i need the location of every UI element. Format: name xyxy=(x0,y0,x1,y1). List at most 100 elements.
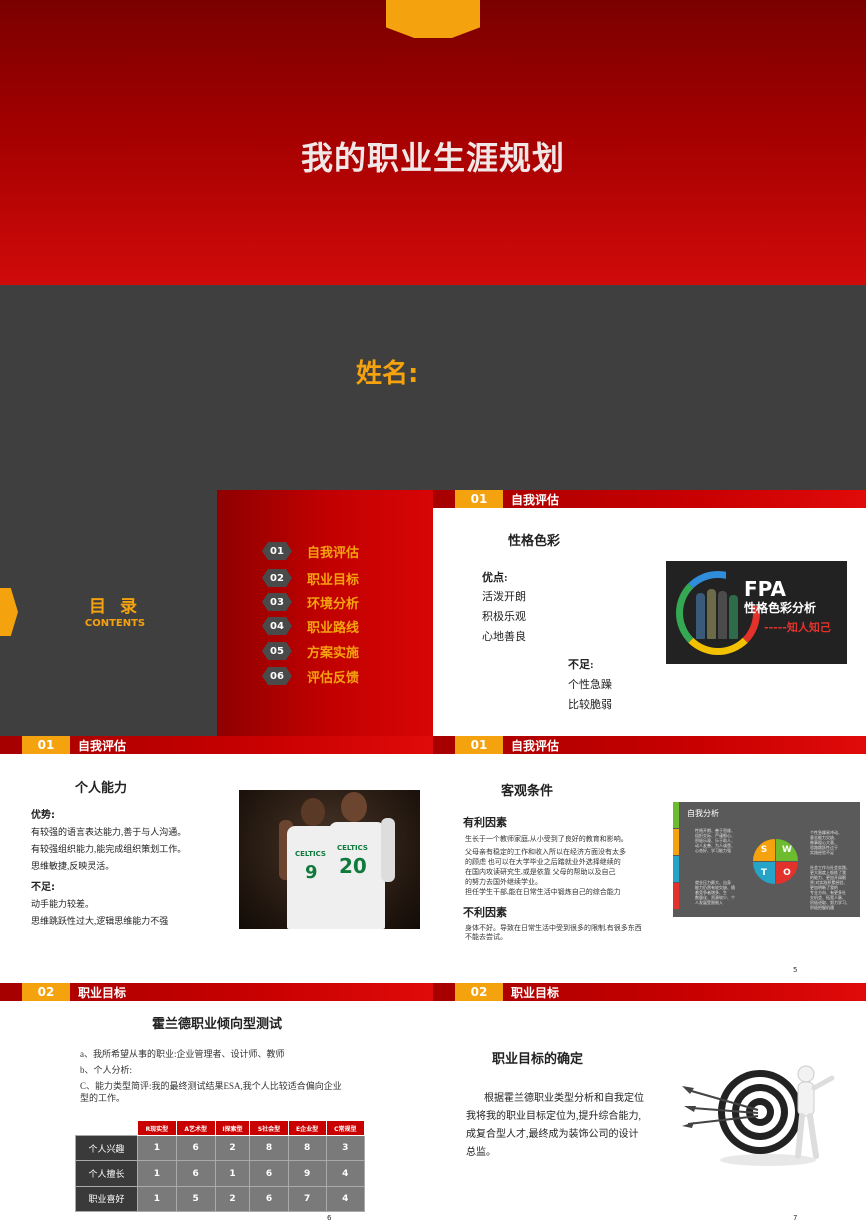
page-number: 7 xyxy=(793,1214,798,1222)
page-number: 6 xyxy=(327,1214,332,1222)
goal-line: 总监。 xyxy=(466,1147,496,1158)
holland-table: R现实型 A艺术型 I探索型 S社会型 E企业型 C常规型 个人兴趣 1 6 2… xyxy=(75,1119,366,1213)
holland-line: C、能力类型简评:我的最终测试结果ESA,我个人比较适合偏向企业 xyxy=(80,1081,342,1091)
swot-note: 个性急躁易冲动、 意志能力欠缺、 做事粗心大意、 思路跳跃性过于 实践经验不足 xyxy=(810,830,842,855)
table-cell: 9 xyxy=(287,1160,327,1187)
column-header: A艺术型 xyxy=(175,1119,216,1137)
note-line: 积极把握机遇 xyxy=(810,905,834,910)
column-header: S社会型 xyxy=(249,1119,289,1137)
table-cell: 4 xyxy=(325,1160,366,1187)
column-header: C常规型 xyxy=(325,1119,366,1137)
person-icon xyxy=(707,589,716,639)
section-number: 02 xyxy=(455,983,503,1001)
swot-stripe xyxy=(673,883,679,909)
table-cell: 6 xyxy=(175,1135,216,1162)
swot-note: 就业压力颇大、自身 能力仍然有较欠缺、随 着竞争者增多、生 数量化、资源较少、个… xyxy=(695,880,735,905)
row-header: 个人擅长 xyxy=(75,1160,138,1187)
toc-item[interactable]: 02 职业目标 xyxy=(262,568,359,588)
favorable-label: 有利因素 xyxy=(463,816,507,829)
table-cell: 8 xyxy=(287,1135,327,1162)
table-cell: 1 xyxy=(137,1135,177,1162)
toc-item[interactable]: 06 评估反馈 xyxy=(262,666,359,686)
table-row: 职业喜好 1 5 2 6 7 4 xyxy=(75,1185,366,1213)
toc-item-label: 职业路线 xyxy=(307,620,360,636)
table-corner xyxy=(76,1121,138,1136)
jersey-text: CELTICS xyxy=(295,850,326,858)
row-header: 个人兴趣 xyxy=(75,1135,138,1162)
jersey-number: 9 xyxy=(305,862,318,883)
toc-item-label: 方案实施 xyxy=(307,645,360,661)
column-header: I探索型 xyxy=(214,1119,251,1137)
holland-line: b、个人分析: xyxy=(80,1065,133,1075)
unfavorable-line: 不能去尝试。 xyxy=(465,933,507,941)
strengths-label: 优势: xyxy=(31,810,55,821)
toc-item-label: 评估反馈 xyxy=(307,670,360,686)
note-line: 实践经验不足 xyxy=(810,850,834,855)
weakness-item: 动手能力较差。 xyxy=(31,899,95,909)
fpa-title: FPA xyxy=(744,577,786,601)
swot-w: W xyxy=(776,839,798,861)
toc-item-number: 05 xyxy=(262,642,292,660)
basketball-photo: CELTICS 9 CELTICS 20 xyxy=(239,790,420,929)
name-slide xyxy=(0,285,866,490)
toc-title: 目 录 xyxy=(89,597,141,617)
weakness-item: 比较脆弱 xyxy=(568,699,612,711)
column-header: R现实型 xyxy=(137,1119,177,1137)
section-header: 01 自我评估 xyxy=(433,736,866,754)
table-cell: 6 xyxy=(249,1160,289,1187)
table-cell: 1 xyxy=(137,1160,177,1187)
swot-o: O xyxy=(776,862,798,884)
toc-item[interactable]: 01 自我评估 xyxy=(262,541,359,561)
favorable-line: 的顾虑 也可以在大学毕业之后踏就业外选择继续的 xyxy=(465,858,621,866)
swot-stripe xyxy=(673,856,679,882)
toc-subtitle: CONTENTS xyxy=(84,618,146,629)
table-cell: 6 xyxy=(249,1185,289,1213)
section-number: 01 xyxy=(455,736,503,754)
slide-heading: 职业目标的确定 xyxy=(492,1052,584,1067)
jersey-number: 20 xyxy=(339,854,367,878)
weakness-label: 不足: xyxy=(31,882,55,893)
swot-stripe xyxy=(673,829,679,855)
toc-item[interactable]: 04 职业路线 xyxy=(262,616,359,636)
section-title: 自我评估 xyxy=(78,739,127,753)
swot-t: T xyxy=(753,862,775,884)
goal-line: 成复合型人才,最终成为装饰公司的设计 xyxy=(466,1129,639,1140)
table-row: 个人兴趣 1 6 2 8 8 3 xyxy=(75,1135,366,1162)
section-header: 02 职业目标 xyxy=(433,983,866,1001)
person-icon xyxy=(718,591,727,639)
toc-item-number: 04 xyxy=(262,617,292,635)
note-line: 心态好、学习能力强 xyxy=(695,848,731,853)
section-title: 自我评估 xyxy=(511,739,560,753)
favorable-line: 在国内攻读研究生,或是依靠 父母的帮助以及自己 xyxy=(465,868,616,876)
toc-item[interactable]: 03 环境分析 xyxy=(262,592,359,612)
strength-item: 积极乐观 xyxy=(482,611,526,623)
table-cell: 2 xyxy=(214,1185,251,1213)
slide-heading: 个人能力 xyxy=(75,781,128,796)
player-sleeve xyxy=(381,818,395,882)
fpa-tagline: -----知人知己 xyxy=(764,621,831,634)
favorable-line: 的努力去国外继续学业。 xyxy=(465,878,542,886)
toc-item-label: 环境分析 xyxy=(307,596,360,612)
holland-line: 型的工作。 xyxy=(80,1093,126,1103)
section-header: 02 职业目标 xyxy=(0,983,433,1001)
row-header: 职业喜好 xyxy=(75,1185,138,1213)
fpa-subtitle: 性格色彩分析 xyxy=(744,601,817,615)
strength-item: 活泼开朗 xyxy=(482,591,526,603)
person-icon xyxy=(729,595,738,639)
toc-item[interactable]: 05 方案实施 xyxy=(262,641,359,661)
goal-line: 我将我的职业目标定位为,提升综合能力, xyxy=(466,1111,641,1122)
weakness-label: 不足: xyxy=(568,659,594,671)
table-cell: 2 xyxy=(214,1135,251,1162)
swot-panel: 自我分析 S W T O 性格开朗、善于思维、 组织交际、严谨细心、 积极乐观、… xyxy=(673,802,860,917)
jersey-text: CELTICS xyxy=(337,844,368,852)
section-number: 02 xyxy=(22,983,70,1001)
slide-heading: 性格色彩 xyxy=(508,534,561,549)
section-title: 自我评估 xyxy=(511,493,560,507)
toc-panel xyxy=(217,490,433,736)
table-cell: 5 xyxy=(175,1185,216,1213)
table-cell: 3 xyxy=(325,1135,366,1162)
table-cell: 6 xyxy=(175,1160,216,1187)
holland-line: a、我所希望从事的职业:企业管理者、设计师、教师 xyxy=(80,1049,285,1059)
strength-item: 心地善良 xyxy=(482,631,526,643)
swot-note: 性格开朗、善于思维、 组织交际、严谨细心、 积极乐观、乐于助人、 动人友善、为人… xyxy=(695,828,735,853)
